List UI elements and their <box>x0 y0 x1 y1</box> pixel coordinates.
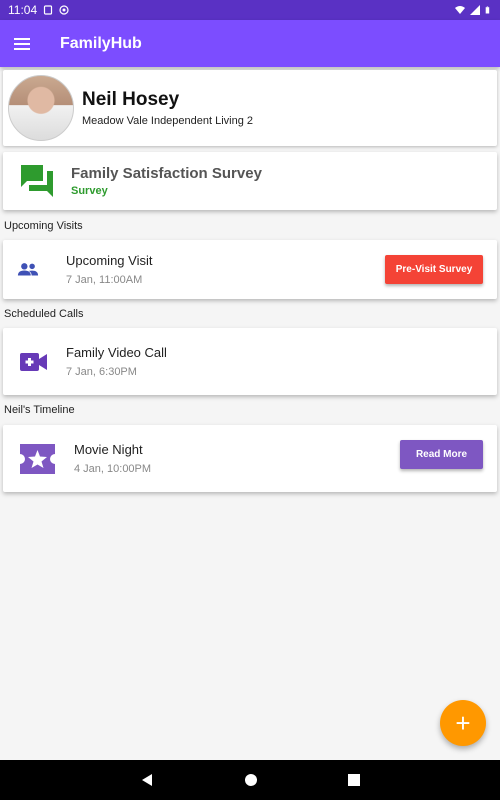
survey-type-label: Survey <box>71 185 108 197</box>
ticket-star-icon <box>20 443 55 474</box>
add-fab-button[interactable]: + <box>440 700 486 746</box>
hamburger-menu-icon <box>14 37 30 50</box>
section-timeline: Neil's Timeline <box>4 404 75 416</box>
system-nav-bar <box>0 760 500 800</box>
signal-icon <box>470 5 480 15</box>
menu-button[interactable] <box>0 20 46 67</box>
upcoming-visit-card[interactable]: Upcoming Visit 7 Jan, 11:00AM Pre-Visit … <box>3 240 497 299</box>
recents-icon[interactable] <box>348 774 360 786</box>
profile-name: Neil Hosey <box>82 89 180 110</box>
wifi-icon <box>455 6 465 14</box>
status-bar: 11:04 <box>0 0 500 20</box>
section-upcoming-visits: Upcoming Visits <box>4 220 83 232</box>
timeline-title: Movie Night <box>74 442 143 457</box>
home-icon[interactable] <box>244 773 258 787</box>
avatar <box>8 75 74 141</box>
visit-title: Upcoming Visit <box>66 253 153 268</box>
call-time: 7 Jan, 6:30PM <box>66 366 137 378</box>
survey-card[interactable]: Family Satisfaction Survey Survey <box>3 152 497 210</box>
chat-bubbles-icon <box>21 165 53 197</box>
profile-location: Meadow Vale Independent Living 2 <box>82 115 254 127</box>
scheduled-call-card[interactable]: Family Video Call 7 Jan, 6:30PM <box>3 328 497 395</box>
battery-icon <box>485 6 490 14</box>
section-scheduled-calls: Scheduled Calls <box>4 308 84 320</box>
app-bar: FamilyHub <box>0 20 500 67</box>
call-title: Family Video Call <box>66 345 167 360</box>
profile-card[interactable]: Neil Hosey Meadow Vale Independent Livin… <box>3 70 497 146</box>
back-icon[interactable] <box>140 773 154 787</box>
people-icon <box>17 262 39 275</box>
app-title: FamilyHub <box>60 34 142 52</box>
pre-visit-survey-button[interactable]: Pre-Visit Survey <box>385 255 483 284</box>
sim-card-icon <box>44 5 53 15</box>
media-icon <box>59 5 69 15</box>
read-more-button[interactable]: Read More <box>400 440 483 469</box>
survey-title: Family Satisfaction Survey <box>71 165 262 182</box>
timeline-time: 4 Jan, 10:00PM <box>74 463 152 475</box>
visit-time: 7 Jan, 11:00AM <box>66 274 143 286</box>
timeline-card[interactable]: Movie Night 4 Jan, 10:00PM Read More <box>3 425 497 492</box>
status-time: 11:04 <box>8 3 38 17</box>
plus-icon: + <box>455 707 471 738</box>
video-call-icon <box>20 352 47 371</box>
